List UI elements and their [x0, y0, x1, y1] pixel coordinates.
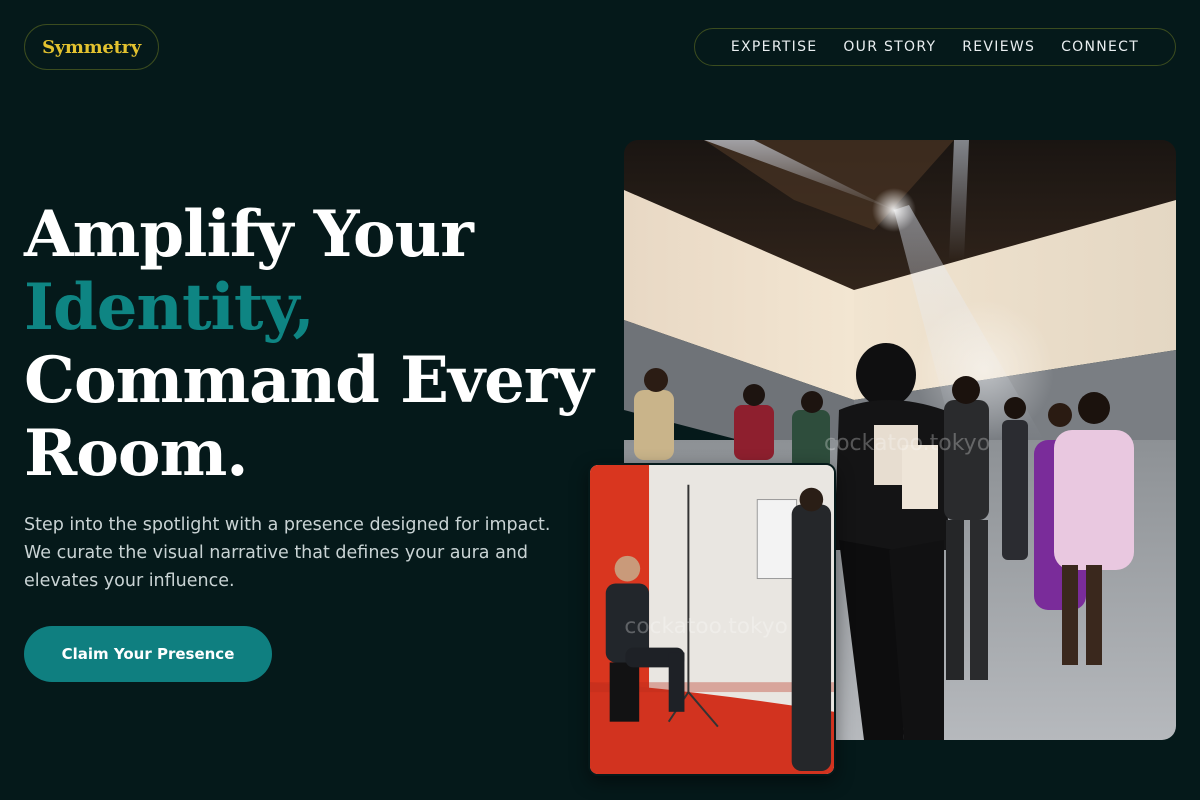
main-nav: EXPERTISE OUR STORY REVIEWS CONNECT: [694, 28, 1176, 66]
hero-headline: Amplify Your Identity, Command Every Roo…: [24, 198, 604, 490]
hero-photo-secondary: cockatoo.tokyo: [588, 463, 836, 776]
headline-line-4: Room.: [24, 416, 249, 491]
nav-link-connect[interactable]: CONNECT: [1061, 39, 1139, 55]
nav-link-reviews[interactable]: REVIEWS: [962, 39, 1035, 55]
headline-line-3: Command Every: [24, 343, 594, 418]
headline-line-1: Amplify Your: [24, 197, 474, 272]
nav-link-our-story[interactable]: OUR STORY: [843, 39, 936, 55]
headline-accent: Identity,: [24, 270, 315, 345]
nav-link-expertise[interactable]: EXPERTISE: [731, 39, 818, 55]
svg-text:cockatoo.tokyo: cockatoo.tokyo: [624, 614, 787, 639]
hero-subtext: Step into the spotlight with a presence …: [24, 515, 551, 591]
svg-text:cockatoo.tokyo: cockatoo.tokyo: [824, 431, 990, 456]
brand-logo[interactable]: Symmetry: [24, 24, 159, 70]
claim-presence-button[interactable]: Claim Your Presence: [24, 626, 272, 682]
